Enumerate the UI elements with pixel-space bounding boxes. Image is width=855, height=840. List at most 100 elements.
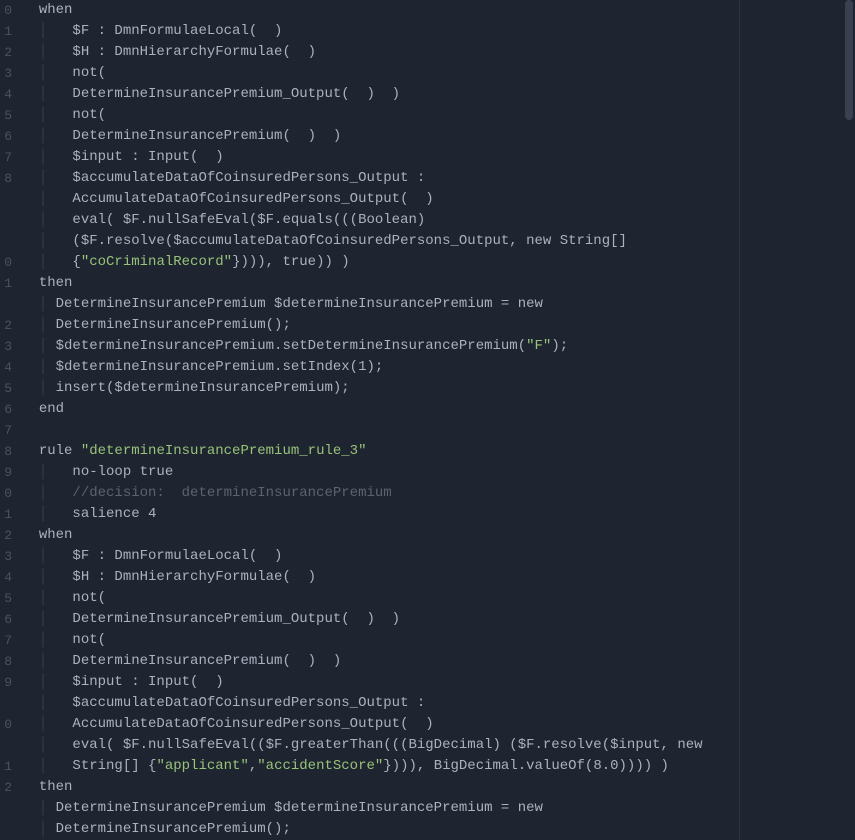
indent-guide: │ — [39, 359, 56, 375]
code-token: DetermineInsurancePremium( ) ) — [72, 653, 341, 669]
code-token: $input : Input( ) — [72, 674, 223, 690]
code-token: AccumulateDataOfCoinsuredPersons_Output(… — [72, 716, 433, 732]
line-number: 6 — [0, 399, 12, 420]
code-line[interactable]: │ $H : DmnHierarchyFormulae( ) — [22, 567, 855, 588]
code-token: not( — [72, 632, 106, 648]
code-line[interactable]: │ DetermineInsurancePremium( ) ) — [22, 651, 855, 672]
code-line[interactable]: │ $determineInsurancePremium.setIndex(1)… — [22, 357, 855, 378]
indent-guide: │ — [39, 485, 73, 501]
code-line[interactable]: │ not( — [22, 588, 855, 609]
code-token: insert($determineInsurancePremium); — [56, 380, 350, 396]
code-line[interactable]: then — [22, 777, 855, 798]
scrollbar-track[interactable] — [843, 0, 855, 840]
code-token: DetermineInsurancePremium $determineInsu… — [56, 296, 543, 312]
code-line[interactable]: │ no-loop true — [22, 462, 855, 483]
code-line[interactable]: │ DetermineInsurancePremium( ) ) — [22, 126, 855, 147]
comment: //decision: determineInsurancePremium — [72, 485, 391, 501]
code-line[interactable]: │ String[] {"applicant","accidentScore"}… — [22, 756, 855, 777]
line-number — [0, 798, 12, 819]
scrollbar-thumb[interactable] — [845, 0, 853, 120]
line-number: 3 — [0, 546, 12, 567]
code-line[interactable]: │ AccumulateDataOfCoinsuredPersons_Outpu… — [22, 714, 855, 735]
indent-guide: │ — [39, 506, 73, 522]
indent-guide: │ — [39, 800, 56, 816]
code-line[interactable]: │ $accumulateDataOfCoinsuredPersons_Outp… — [22, 693, 855, 714]
code-token: $H : DmnHierarchyFormulae( ) — [72, 569, 316, 585]
code-line[interactable]: │ {"coCriminalRecord"}))), true)) ) — [22, 252, 855, 273]
indent-guide: │ — [39, 548, 73, 564]
line-number: 8 — [0, 441, 12, 462]
code-line[interactable]: │ salience 4 — [22, 504, 855, 525]
code-line[interactable]: │ DetermineInsurancePremium $determineIn… — [22, 798, 855, 819]
indent-guide: │ — [39, 716, 73, 732]
code-line[interactable]: │ DetermineInsurancePremium $determineIn… — [22, 294, 855, 315]
line-number: 3 — [0, 63, 12, 84]
indent-guide: │ — [39, 149, 73, 165]
code-line[interactable]: │ //decision: determineInsurancePremium — [22, 483, 855, 504]
code-line[interactable] — [22, 420, 855, 441]
line-number: 0 — [0, 483, 12, 504]
indent-guide: │ — [39, 737, 73, 753]
code-token: DetermineInsurancePremium_Output( ) ) — [72, 611, 400, 627]
code-line[interactable]: │ $determineInsurancePremium.setDetermin… — [22, 336, 855, 357]
code-token: ($F.resolve($accumulateDataOfCoinsuredPe… — [72, 233, 627, 249]
code-token: $H : DmnHierarchyFormulae( ) — [72, 44, 316, 60]
line-number: 0 — [0, 252, 12, 273]
code-token: }))), BigDecimal.valueOf(8.0)))) ) — [383, 758, 669, 774]
indent-guide: │ — [39, 191, 73, 207]
indent-guide: │ — [39, 695, 73, 711]
code-line[interactable]: │ AccumulateDataOfCoinsuredPersons_Outpu… — [22, 189, 855, 210]
indent-guide: │ — [39, 338, 56, 354]
line-number — [0, 294, 12, 315]
code-line[interactable]: end — [22, 399, 855, 420]
line-number — [0, 231, 12, 252]
code-line[interactable]: │ DetermineInsurancePremium(); — [22, 315, 855, 336]
indent-guide: │ — [39, 464, 73, 480]
line-number — [0, 210, 12, 231]
code-area[interactable]: when │ $F : DmnFormulaeLocal( ) │ $H : D… — [18, 0, 855, 840]
code-line[interactable]: │ $input : Input( ) — [22, 147, 855, 168]
line-number: 8 — [0, 651, 12, 672]
indent-guide: │ — [39, 128, 73, 144]
code-token: AccumulateDataOfCoinsuredPersons_Output(… — [72, 191, 433, 207]
code-line[interactable]: │ DetermineInsurancePremium_Output( ) ) — [22, 84, 855, 105]
code-line[interactable]: │ $H : DmnHierarchyFormulae( ) — [22, 42, 855, 63]
indent-guide: │ — [39, 380, 56, 396]
indent-guide: │ — [39, 44, 73, 60]
code-token: then — [39, 275, 73, 291]
line-number: 2 — [0, 777, 12, 798]
code-line[interactable]: │ not( — [22, 630, 855, 651]
code-token: end — [39, 401, 64, 417]
indent-guide: │ — [39, 65, 73, 81]
line-number: 4 — [0, 357, 12, 378]
code-line[interactable]: │ ($F.resolve($accumulateDataOfCoinsured… — [22, 231, 855, 252]
code-line[interactable]: │ $input : Input( ) — [22, 672, 855, 693]
code-line[interactable]: │ DetermineInsurancePremium(); — [22, 819, 855, 840]
code-line[interactable]: │ insert($determineInsurancePremium); — [22, 378, 855, 399]
code-line[interactable]: │ not( — [22, 63, 855, 84]
line-number: 4 — [0, 84, 12, 105]
code-line[interactable]: │ $accumulateDataOfCoinsuredPersons_Outp… — [22, 168, 855, 189]
code-line[interactable]: │ $F : DmnFormulaeLocal( ) — [22, 21, 855, 42]
code-line[interactable]: │ eval( $F.nullSafeEval($F.equals(((Bool… — [22, 210, 855, 231]
indent-guide: │ — [39, 611, 73, 627]
code-editor[interactable]: 01234567801234567890123456789012 when │ … — [0, 0, 855, 840]
line-number — [0, 693, 12, 714]
code-line[interactable]: when — [22, 525, 855, 546]
line-number: 4 — [0, 567, 12, 588]
line-number: 6 — [0, 126, 12, 147]
indent-guide: │ — [39, 569, 73, 585]
line-number: 2 — [0, 42, 12, 63]
code-token: salience 4 — [72, 506, 156, 522]
code-line[interactable]: then — [22, 273, 855, 294]
code-line[interactable]: │ not( — [22, 105, 855, 126]
code-line[interactable]: │ DetermineInsurancePremium_Output( ) ) — [22, 609, 855, 630]
string-literal: "accidentScore" — [257, 758, 383, 774]
code-line[interactable]: when — [22, 0, 855, 21]
code-line[interactable]: │ eval( $F.nullSafeEval(($F.greaterThan(… — [22, 735, 855, 756]
code-line[interactable]: rule "determineInsurancePremium_rule_3" — [22, 441, 855, 462]
code-line[interactable]: │ $F : DmnFormulaeLocal( ) — [22, 546, 855, 567]
indent-guide: │ — [39, 653, 73, 669]
line-gutter: 01234567801234567890123456789012 — [0, 0, 18, 840]
code-token: $input : Input( ) — [72, 149, 223, 165]
